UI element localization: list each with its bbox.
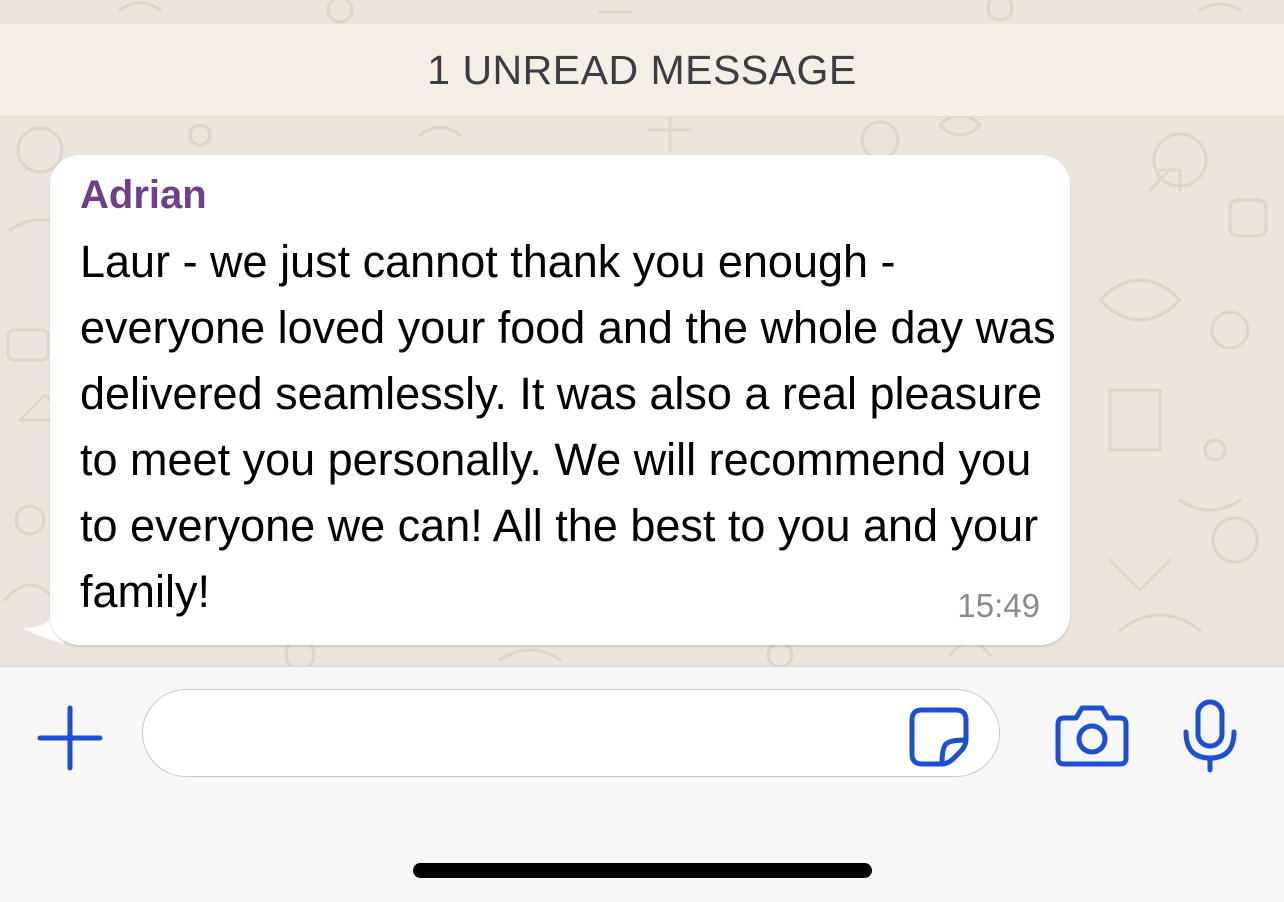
chat-screen: 1 UNREAD MESSAGE Adrian Laur - we just c…	[0, 0, 1284, 902]
home-indicator[interactable]	[413, 863, 872, 878]
unread-banner-label: 1 UNREAD MESSAGE	[427, 46, 857, 93]
plus-icon[interactable]	[36, 704, 104, 772]
message-sender-name[interactable]: Adrian	[80, 173, 207, 218]
unread-messages-banner: 1 UNREAD MESSAGE	[0, 24, 1284, 117]
incoming-message-bubble[interactable]: Adrian Laur - we just cannot thank you e…	[50, 155, 1070, 645]
message-timestamp: 15:49	[957, 587, 1040, 624]
camera-icon[interactable]	[1054, 700, 1130, 768]
message-input[interactable]	[142, 689, 1000, 777]
microphone-icon[interactable]	[1178, 698, 1242, 774]
message-body: Laur - we just cannot thank you enough -…	[80, 236, 1056, 617]
sticker-icon[interactable]	[906, 704, 972, 770]
